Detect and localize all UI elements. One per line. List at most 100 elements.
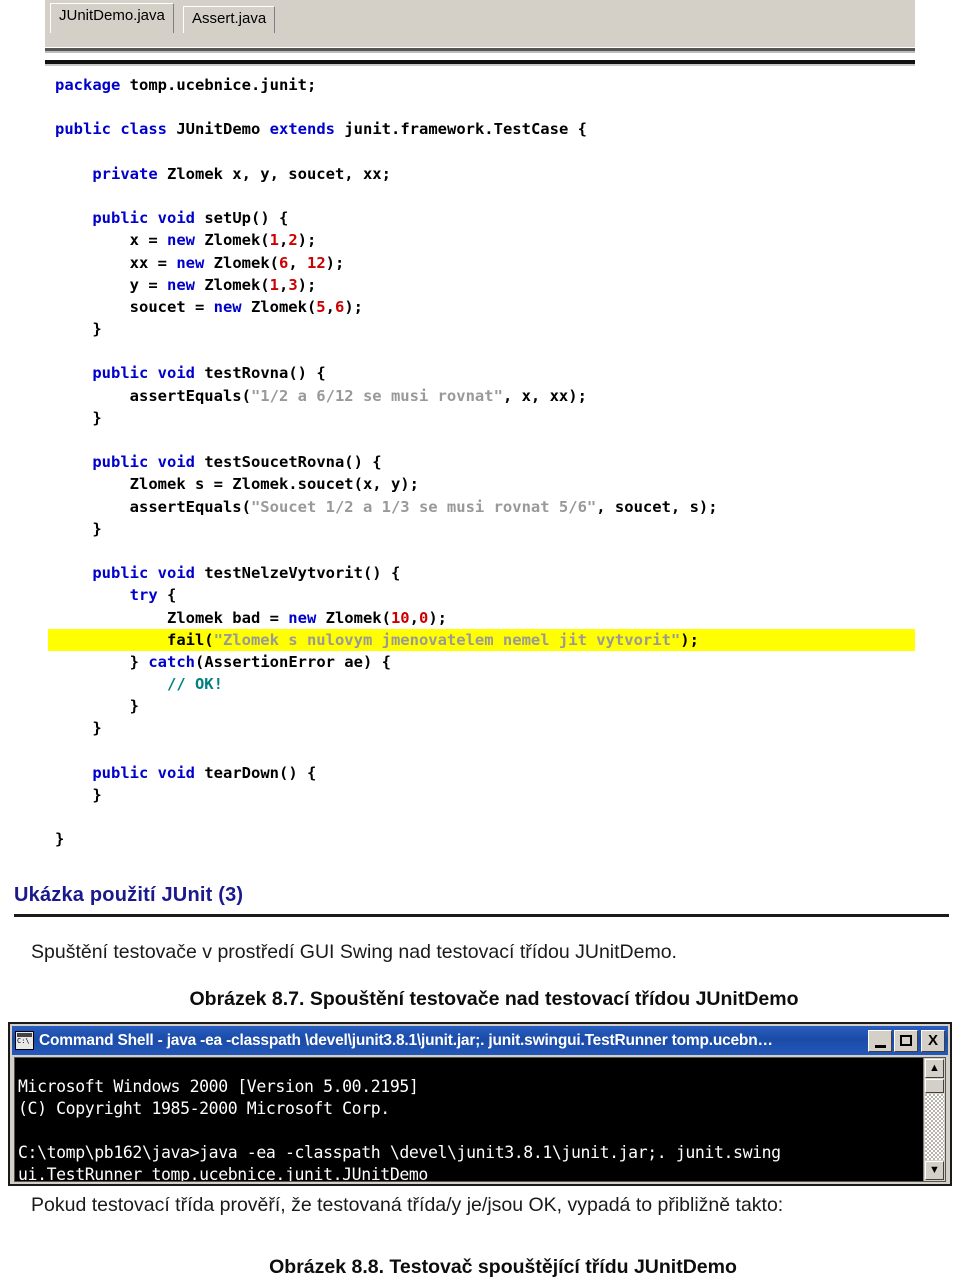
code-token: 2 [288,231,298,250]
code-token: Zlomek( [204,253,279,272]
source-code-view[interactable]: package tomp.ucebnice.junit; public clas… [48,74,928,851]
console-scrollbar[interactable]: ▲ ▼ [923,1058,945,1181]
code-token: 1 [269,275,279,294]
code-line: public void testNelzeVytvorit() { [48,562,928,584]
code-token: JUnitDemo [167,120,270,139]
code-token: void [157,763,195,782]
code-token: void [157,364,195,383]
code-token: public [92,209,149,228]
code-token: private [92,164,158,183]
code-token: public [92,564,149,583]
code-token: , [288,253,307,272]
close-button[interactable]: X [921,1029,945,1052]
paragraph-intro: Spuštění testovače v prostředí GUI Swing… [31,941,677,963]
code-token: 3 [288,275,298,294]
minimize-button[interactable] [868,1029,892,1052]
close-icon: X [927,1032,938,1049]
code-token: testNelzeVytvorit() { [195,564,401,583]
code-line: } catch(AssertionError ae) { [48,651,928,673]
code-token: new [288,608,317,627]
code-token: Zlomek s = Zlomek.soucet(x, y); [55,475,419,494]
code-token: , [409,608,419,627]
editor-divider-foot [45,64,915,66]
code-token: } [55,519,102,538]
code-line: y = new Zlomek(1,3); [48,274,928,296]
code-token: try [129,586,158,605]
code-token: public [92,453,149,472]
code-line: assertEquals("1/2 a 6/12 se musi rovnat"… [48,385,928,407]
window-titlebar[interactable]: Command Shell - java -ea -classpath \dev… [12,1026,948,1055]
scrollbar-track[interactable] [925,1094,944,1160]
tab-label: Assert.java [192,10,267,27]
code-token: , [278,231,289,250]
scrollbar-thumb[interactable] [925,1079,944,1093]
maximize-icon [895,1031,917,1051]
code-token: } [55,830,65,849]
code-token: , [325,297,335,316]
tab-junitdemo-java[interactable]: JUnitDemo.java [50,3,174,33]
code-token: x = [55,231,167,250]
code-token: } [55,719,102,738]
tab-label: JUnitDemo.java [59,7,165,24]
code-line: fail("Zlomek s nulovym jmenovatelem neme… [48,628,915,651]
code-token: fail( [55,630,214,649]
code-line: } [48,318,928,340]
code-line: } [48,407,928,429]
code-token: junit.framework.TestCase { [335,120,587,139]
code-token: (AssertionError ae) { [195,652,391,671]
code-line: public void tearDown() { [48,762,928,784]
tab-assert-java[interactable]: Assert.java [183,6,276,33]
code-token: ); [680,630,699,649]
code-token: tearDown() { [195,763,317,782]
code-token: ); [428,608,447,627]
code-token: testRovna() { [195,364,326,383]
code-token: } [55,408,102,427]
code-token: "Zlomek s nulovym jmenovatelem nemel jit… [213,630,681,649]
code-token: 6 [334,297,345,316]
code-token: new [213,297,242,316]
code-token: 10 [390,608,410,627]
scroll-up-icon[interactable]: ▲ [925,1059,944,1078]
code-token: assertEquals( [55,497,251,516]
code-line: } [48,828,928,850]
code-token: , [278,275,289,294]
code-token: class [120,120,168,139]
code-line: public void testRovna() { [48,362,928,384]
editor-divider-light [45,57,915,58]
code-token: } [55,697,139,716]
code-token: { [157,586,177,605]
maximize-button[interactable] [894,1029,918,1052]
code-token: new [176,253,205,272]
code-token: 0 [418,608,429,627]
code-token: ); [344,297,363,316]
code-token: xx = [55,253,177,272]
scroll-down-icon[interactable]: ▼ [925,1161,944,1180]
code-token: , x, xx); [502,386,587,405]
code-token: new [166,231,195,250]
editor-tabstrip: JUnitDemo.java Assert.java [45,0,915,47]
console-output-area[interactable]: Microsoft Windows 2000 [Version 5.00.219… [14,1057,946,1182]
code-token: public [92,364,149,383]
code-line: package tomp.ucebnice.junit; [48,74,928,96]
heading-divider [14,914,949,917]
code-token: catch [148,652,195,671]
code-token: package [55,76,121,94]
code-token: Zlomek( [194,231,270,250]
page-title: Ukázka použití JUnit (3) [14,884,244,906]
code-line: xx = new Zlomek(6, 12); [48,252,928,274]
